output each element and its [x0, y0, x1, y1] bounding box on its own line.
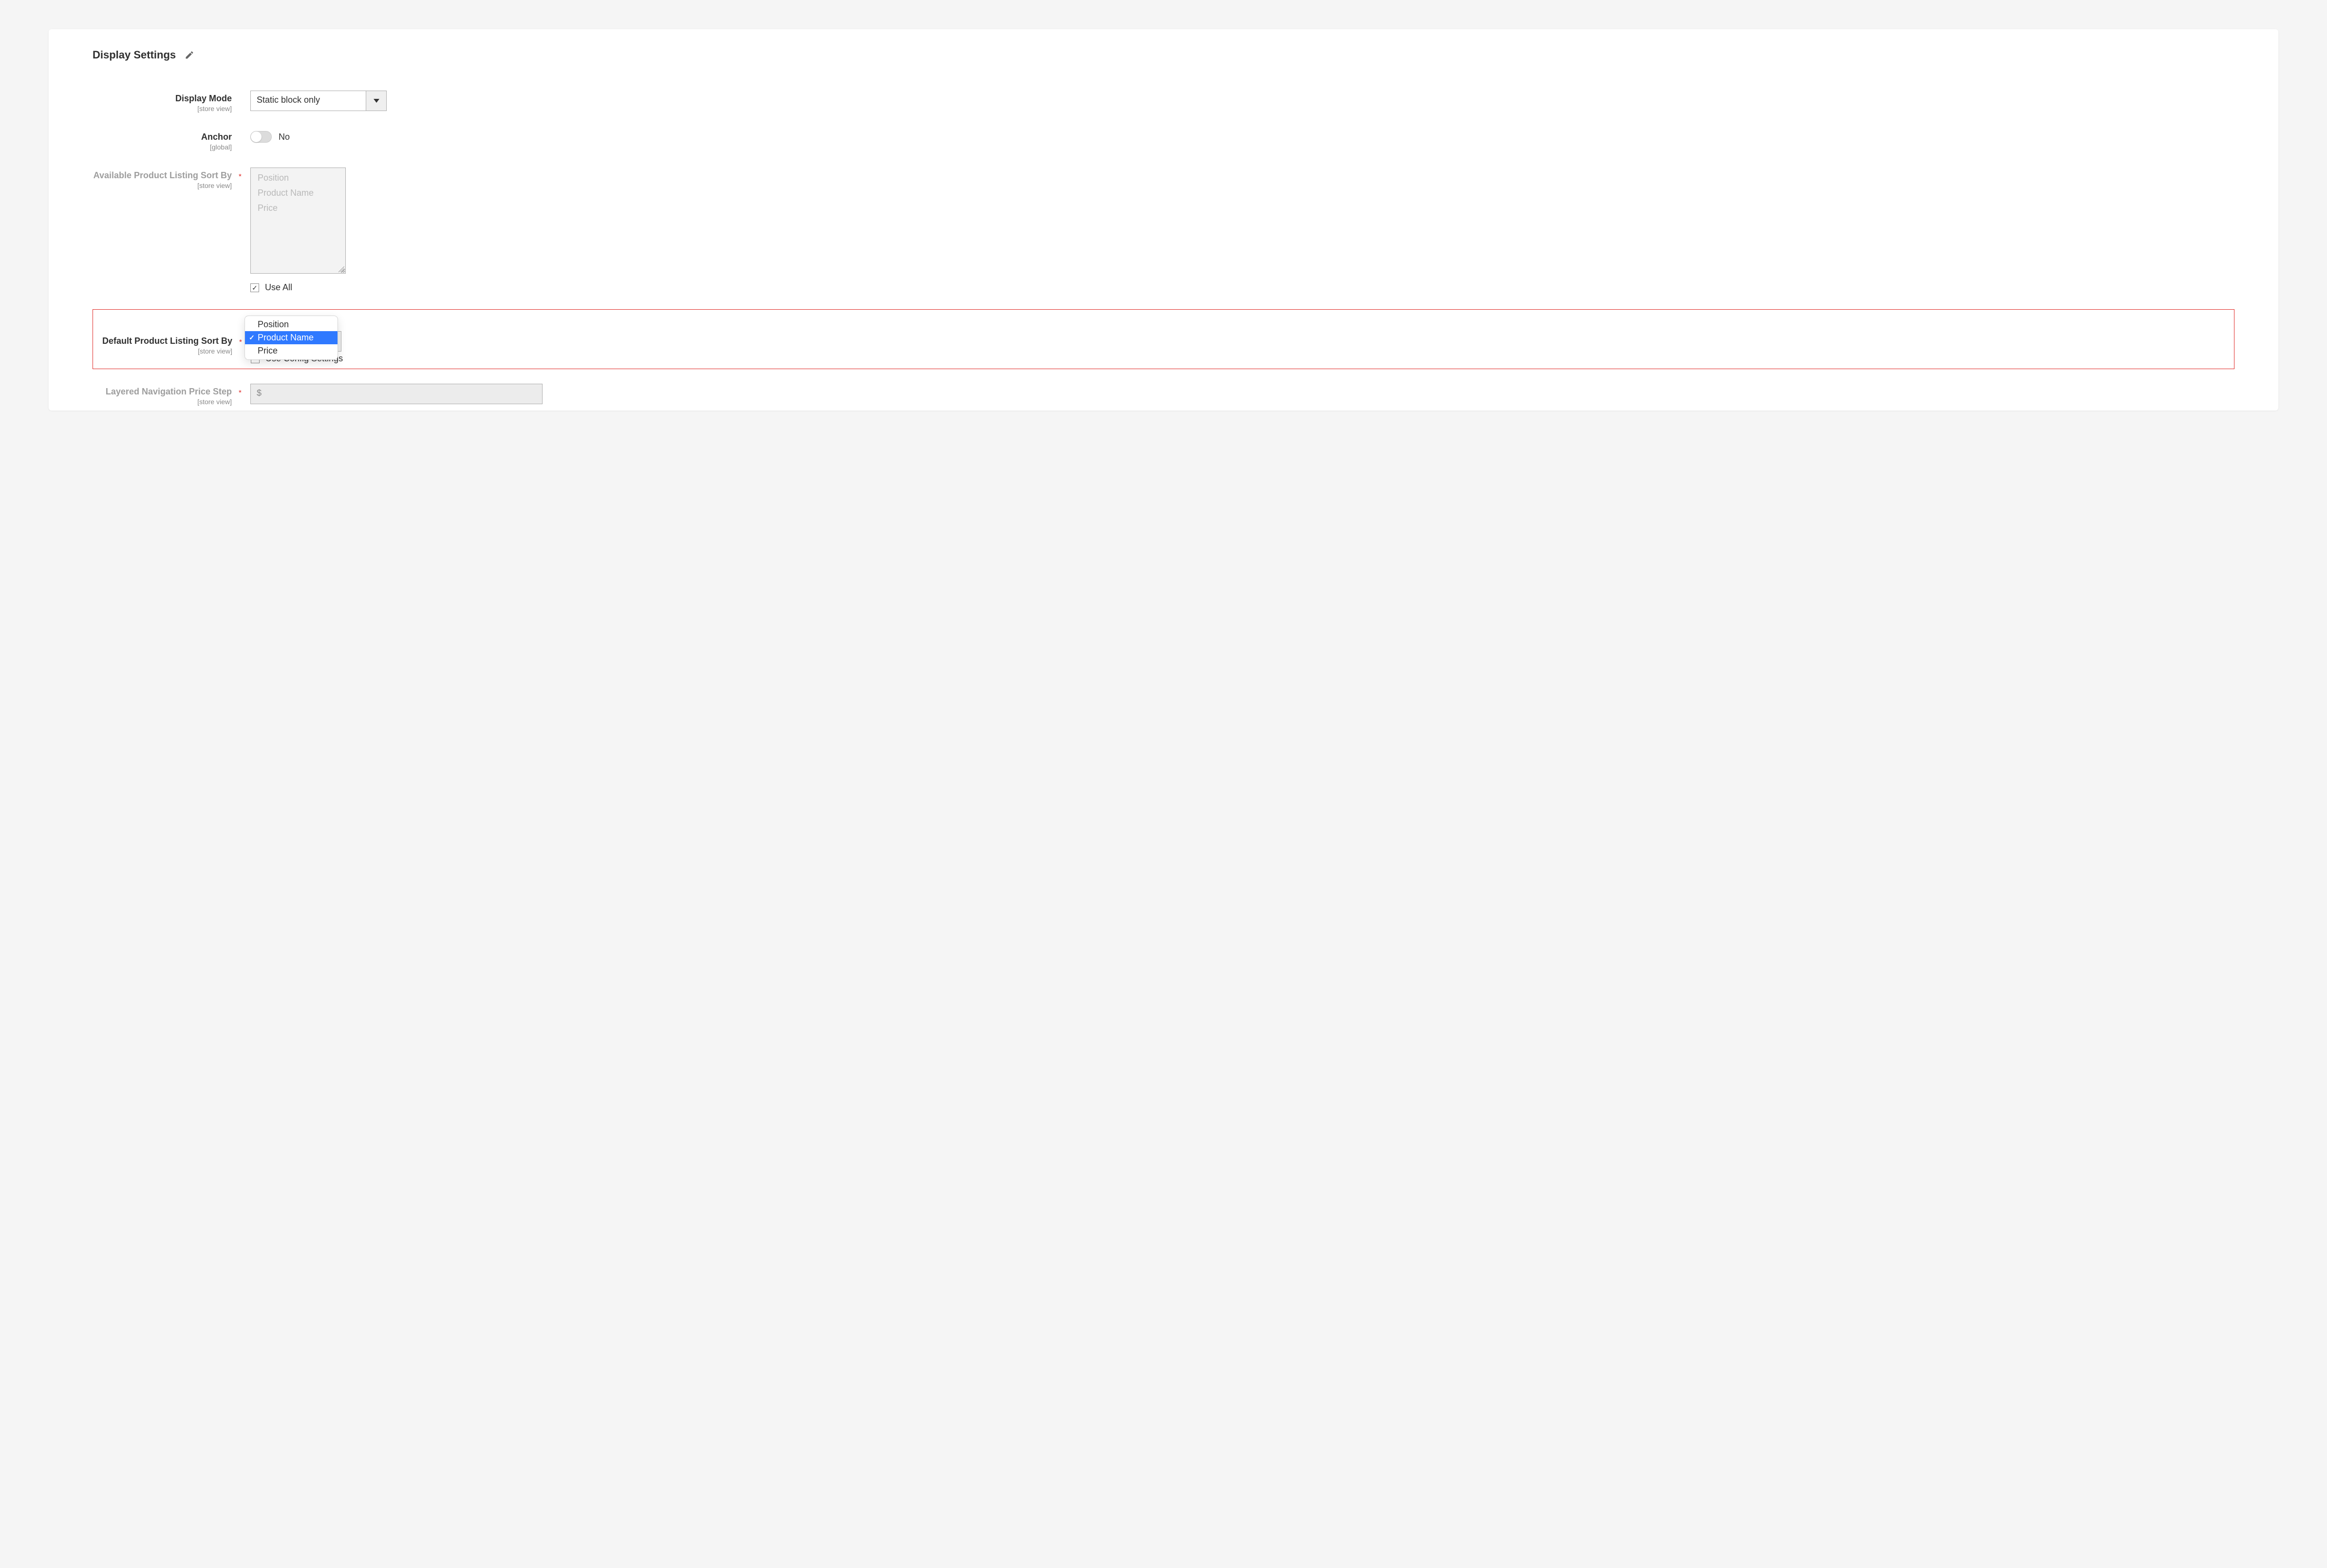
dropdown-option-price[interactable]: Price	[245, 344, 338, 357]
check-icon: ✓	[248, 334, 256, 342]
edit-icon[interactable]	[185, 50, 194, 60]
label-col: Layered Navigation Price Step [store vie…	[93, 384, 239, 406]
use-config-row: Use Config Settings	[251, 354, 2234, 364]
dropdown-option-label: Product Name	[258, 333, 314, 343]
chevron-down-icon	[366, 91, 386, 111]
option-position[interactable]: Position	[258, 173, 343, 183]
label-available-sort: Available Product Listing Sort By	[93, 170, 232, 181]
input-col: No	[247, 129, 2234, 143]
scope-store-view: [store view]	[93, 182, 232, 189]
dropdown-option-label: Position	[258, 319, 289, 330]
label-col: Available Product Listing Sort By [store…	[93, 168, 239, 189]
dropdown-option-position[interactable]: Position	[245, 318, 338, 331]
label-col: Anchor [global]	[93, 129, 239, 151]
display-mode-select[interactable]: Static block only	[250, 91, 387, 111]
scope-global: [global]	[93, 143, 232, 151]
input-col: Static block only	[247, 91, 2234, 111]
required-placeholder	[239, 91, 247, 95]
available-sort-multiselect[interactable]: Position Product Name Price	[250, 168, 346, 274]
scope-store-view: [store view]	[93, 347, 232, 355]
use-all-row: Use All	[250, 282, 2234, 293]
input-col: Position ✓ Product Name Price Use Config…	[248, 318, 2234, 364]
input-col: Position Product Name Price Use All	[247, 168, 2234, 293]
dropdown-option-product-name[interactable]: ✓ Product Name	[245, 331, 338, 344]
row-price-step: Layered Navigation Price Step [store vie…	[93, 384, 2234, 406]
row-display-mode: Display Mode [store view] Static block o…	[93, 91, 2234, 112]
use-all-checkbox[interactable]	[250, 283, 259, 292]
label-default-sort: Default Product Listing Sort By	[93, 336, 232, 346]
option-price[interactable]: Price	[258, 203, 343, 213]
label-price-step: Layered Navigation Price Step	[93, 387, 232, 397]
anchor-value: No	[279, 132, 290, 142]
resize-grip-icon[interactable]	[338, 266, 344, 272]
default-sort-dropdown: Position ✓ Product Name Price	[244, 316, 338, 360]
row-default-sort-highlight: Default Product Listing Sort By [store v…	[93, 309, 2234, 369]
display-mode-value: Static block only	[251, 91, 366, 111]
row-anchor: Anchor [global] No	[93, 129, 2234, 151]
label-col: Default Product Listing Sort By [store v…	[93, 318, 239, 355]
input-col: $	[247, 384, 2234, 404]
section-header: Display Settings	[93, 49, 2234, 61]
settings-card: Display Settings Display Mode [store vie…	[49, 29, 2278, 411]
label-anchor: Anchor	[93, 132, 232, 142]
use-all-label: Use All	[265, 282, 292, 293]
anchor-toggle[interactable]	[250, 131, 272, 143]
row-available-sort: Available Product Listing Sort By [store…	[93, 168, 2234, 293]
required-mark: *	[239, 168, 247, 181]
dropdown-option-label: Price	[258, 346, 278, 356]
required-mark: *	[239, 384, 247, 397]
label-display-mode: Display Mode	[93, 93, 232, 104]
option-product-name[interactable]: Product Name	[258, 188, 343, 198]
label-col: Display Mode [store view]	[93, 91, 239, 112]
required-placeholder	[239, 129, 247, 134]
section-title: Display Settings	[93, 49, 176, 61]
scope-store-view: [store view]	[93, 398, 232, 406]
scope-store-view: [store view]	[93, 105, 232, 112]
price-step-input[interactable]: $	[250, 384, 543, 404]
